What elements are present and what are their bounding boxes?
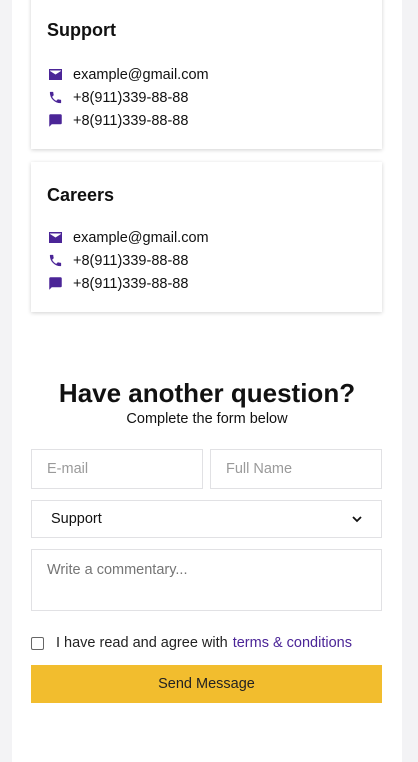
- full-name-input[interactable]: [210, 449, 382, 489]
- contact-phone-row[interactable]: +8(911)339-88-88: [47, 86, 209, 109]
- form-title: Have another question?: [58, 378, 356, 408]
- contact-chat[interactable]: +8(911)339-88-88: [73, 276, 188, 292]
- terms-text: I have read and agree with: [56, 635, 228, 651]
- contact-card-support: Support example@gmail.com +8(911)339-88-…: [31, 0, 382, 149]
- department-select[interactable]: Support: [31, 500, 382, 538]
- contact-email[interactable]: example@gmail.com: [73, 230, 209, 246]
- terms-agreement[interactable]: I have read and agree with terms & condi…: [31, 633, 352, 653]
- contact-phone-row[interactable]: +8(911)339-88-88: [47, 249, 209, 272]
- department-select-value: Support: [51, 511, 102, 527]
- card-title: Support: [47, 20, 116, 40]
- email-input[interactable]: [31, 449, 203, 489]
- contact-phone[interactable]: +8(911)339-88-88: [73, 253, 188, 269]
- phone-icon: [47, 253, 63, 269]
- contact-phone[interactable]: +8(911)339-88-88: [73, 90, 188, 106]
- contact-card-careers: Careers example@gmail.com +8(911)339-88-…: [31, 162, 382, 312]
- form-subtitle: Complete the form below: [126, 411, 288, 427]
- contact-chat-row[interactable]: +8(911)339-88-88: [47, 272, 209, 295]
- contact-chat[interactable]: +8(911)339-88-88: [73, 113, 188, 129]
- mail-icon: [47, 230, 63, 246]
- page: Support example@gmail.com +8(911)339-88-…: [12, 0, 402, 762]
- card-title: Careers: [47, 185, 115, 205]
- contact-email[interactable]: example@gmail.com: [73, 67, 209, 83]
- phone-icon: [47, 90, 63, 106]
- comment-textarea[interactable]: [31, 549, 382, 611]
- chat-icon: [47, 113, 63, 129]
- contact-email-row[interactable]: example@gmail.com: [47, 63, 209, 86]
- send-message-button[interactable]: Send Message: [31, 665, 382, 703]
- chat-icon: [47, 276, 63, 292]
- contact-chat-row[interactable]: +8(911)339-88-88: [47, 109, 209, 132]
- mail-icon: [47, 67, 63, 83]
- terms-link[interactable]: terms & conditions: [233, 635, 352, 651]
- contact-email-row[interactable]: example@gmail.com: [47, 226, 209, 249]
- chevron-down-icon: [352, 511, 362, 527]
- terms-checkbox[interactable]: [31, 636, 44, 650]
